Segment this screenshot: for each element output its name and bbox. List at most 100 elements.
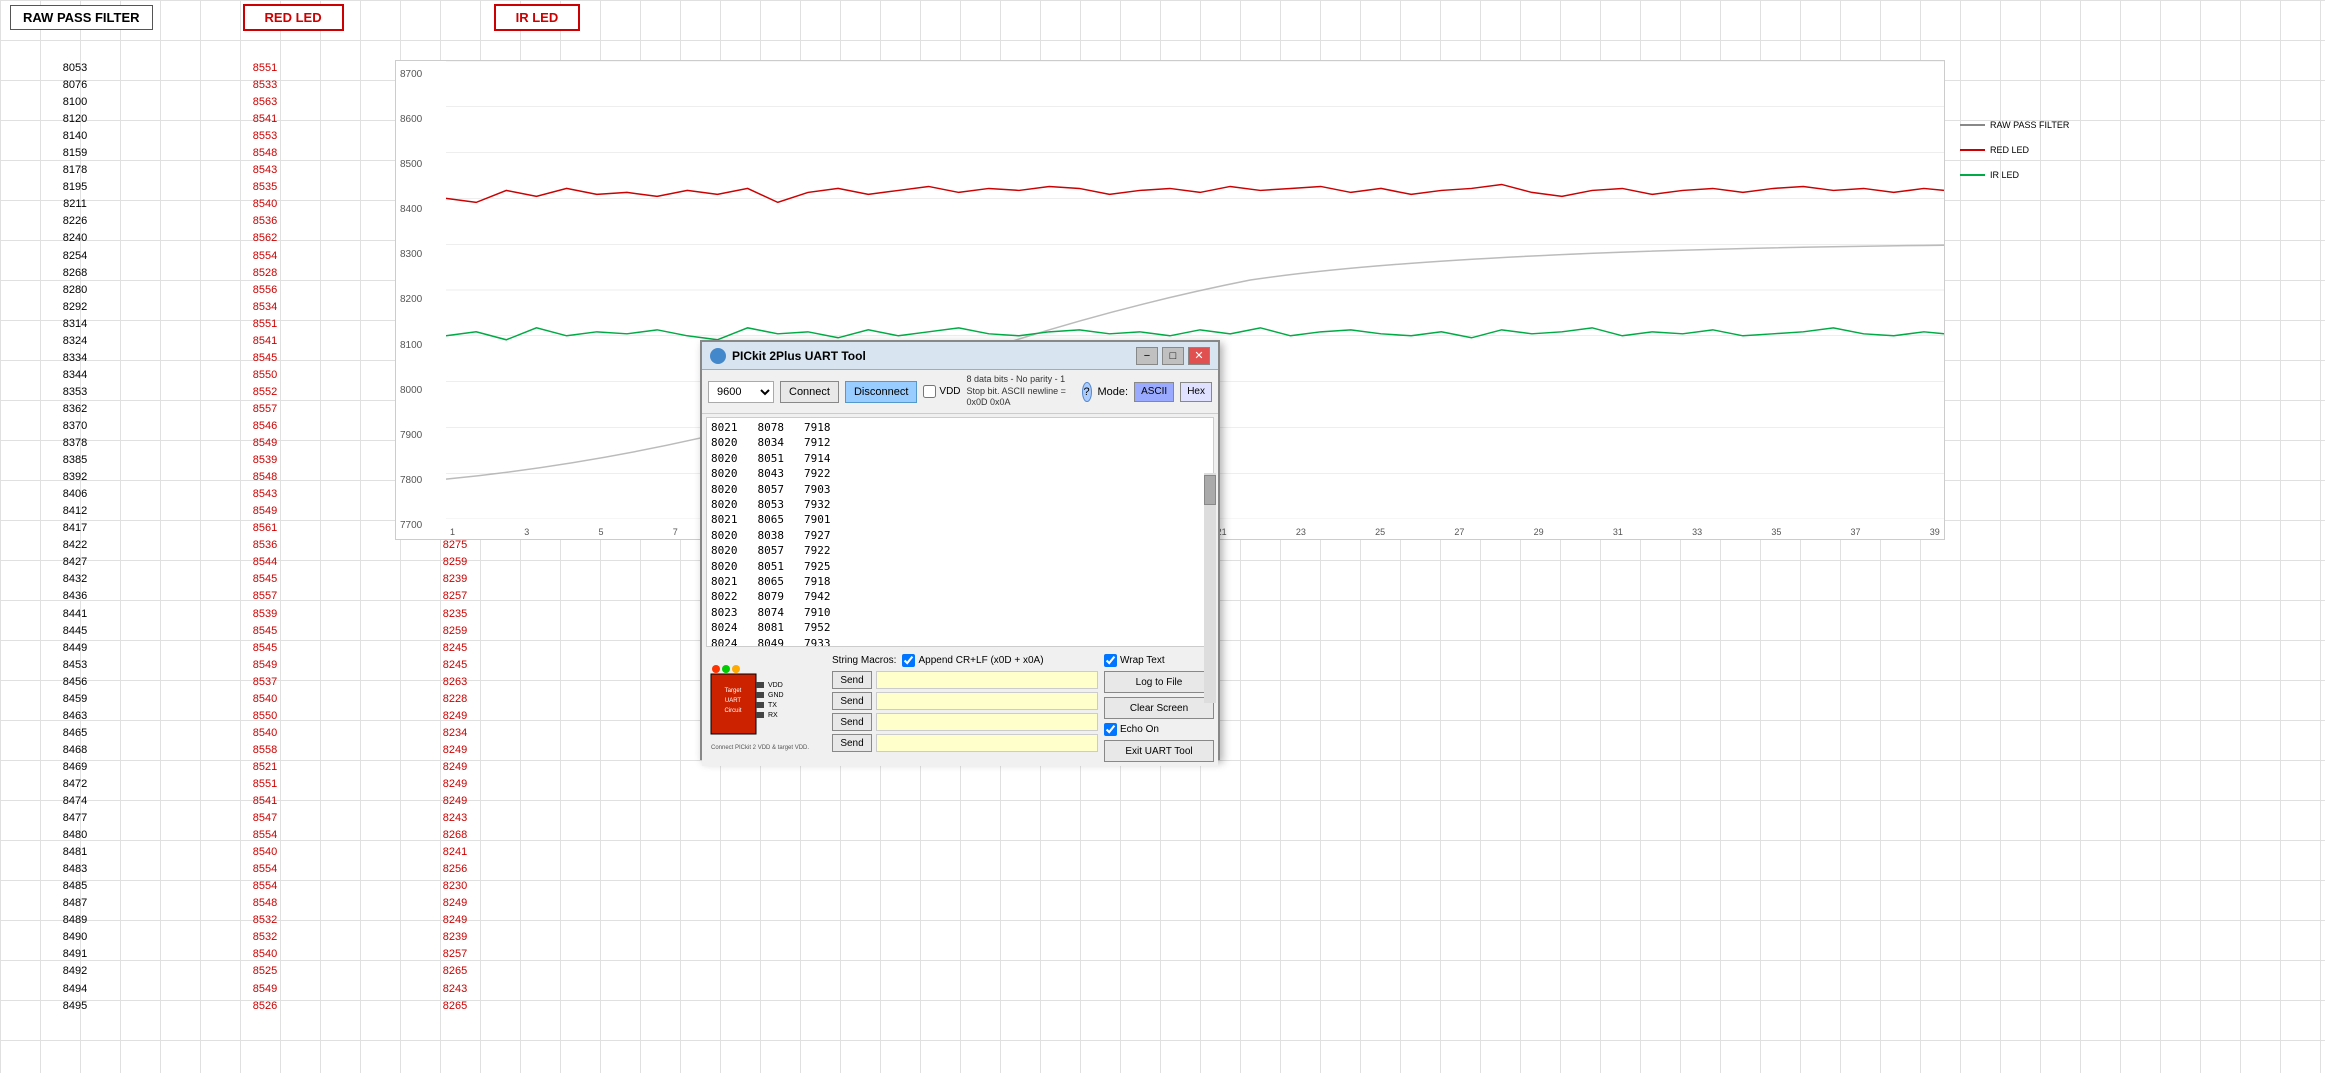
macro-input-3[interactable] [876, 713, 1098, 731]
raw-data-value: 8280 [63, 282, 87, 299]
uart-col3: 7918 [804, 420, 831, 435]
macro-input-4[interactable] [876, 734, 1098, 752]
ir-data-value: 8249 [443, 895, 467, 912]
macro-send-btn-1[interactable]: Send [832, 671, 872, 689]
uart-col3: 7901 [804, 512, 831, 527]
ir-data-value: 8249 [443, 776, 467, 793]
uart-col3: 7925 [804, 559, 831, 574]
red-data-value: 8554 [253, 878, 277, 895]
red-data-value: 8557 [253, 588, 277, 605]
raw-data-value: 8344 [63, 367, 87, 384]
raw-data-value: 8392 [63, 469, 87, 486]
vdd-checkbox[interactable]: VDD [923, 385, 960, 398]
raw-data-value: 8178 [63, 162, 87, 179]
ir-data-value: 8259 [443, 554, 467, 571]
red-data-value: 8534 [253, 299, 277, 316]
svg-text:Target: Target [725, 688, 742, 694]
uart-data-row: 802380747910 [711, 605, 1209, 620]
uart-col2: 8051 [758, 559, 785, 574]
uart-scrollbar-thumb[interactable] [1204, 475, 1216, 505]
red-data-value: 8526 [253, 998, 277, 1015]
log-to-file-btn[interactable]: Log to File [1104, 671, 1214, 693]
y-axis-label: 8500 [400, 159, 442, 170]
red-data-value: 8556 [253, 282, 277, 299]
uart-macros: String Macros: Append CR+LF (x0D + x0A) … [832, 654, 1098, 762]
wrap-text-checkbox[interactable]: Wrap Text [1104, 654, 1214, 667]
y-axis-label: 7700 [400, 520, 442, 531]
macro-input-2[interactable] [876, 692, 1098, 710]
raw-data-value: 8453 [63, 657, 87, 674]
y-axis-label: 8100 [400, 340, 442, 351]
x-axis-label: 23 [1296, 527, 1306, 537]
uart-title-controls[interactable]: − □ ✕ [1136, 347, 1210, 365]
y-axis-label: 7900 [400, 430, 442, 441]
x-axis-label: 5 [598, 527, 603, 537]
red-data-value: 8548 [253, 469, 277, 486]
uart-help-btn[interactable]: ? [1082, 382, 1092, 402]
red-data-value: 8536 [253, 537, 277, 554]
uart-col2: 8053 [758, 497, 785, 512]
ir-data-value: 8265 [443, 998, 467, 1015]
red-led-label: RED LED [243, 4, 344, 31]
red-data-value: 8521 [253, 759, 277, 776]
uart-col1: 8024 [711, 620, 738, 635]
uart-data-row: 802080577903 [711, 482, 1209, 497]
disconnect-btn[interactable]: Disconnect [845, 381, 917, 403]
raw-data-value: 8449 [63, 640, 87, 657]
ir-data-value: 8239 [443, 571, 467, 588]
echo-on-checkbox[interactable]: Echo On [1104, 723, 1214, 736]
uart-data-wrapper: 8021807879188020803479128020805179148020… [702, 417, 1218, 647]
uart-ascii-btn[interactable]: ASCII [1134, 382, 1174, 402]
append-crlf-checkbox[interactable]: Append CR+LF (x0D + x0A) [902, 654, 1043, 667]
x-axis-label: 3 [524, 527, 529, 537]
macro-send-btn-4[interactable]: Send [832, 734, 872, 752]
raw-data-column: 8053807681008120814081598178819582118226… [10, 60, 140, 1015]
uart-close-btn[interactable]: ✕ [1188, 347, 1210, 365]
red-data-value: 8528 [253, 265, 277, 282]
connect-btn[interactable]: Connect [780, 381, 839, 403]
red-data-value: 8554 [253, 861, 277, 878]
macro-send-btn-3[interactable]: Send [832, 713, 872, 731]
raw-data-value: 8412 [63, 503, 87, 520]
uart-minimize-btn[interactable]: − [1136, 347, 1158, 365]
svg-text:VDD: VDD [768, 682, 783, 689]
red-data-value: 8541 [253, 333, 277, 350]
red-data-value: 8546 [253, 418, 277, 435]
vdd-check-input[interactable] [923, 385, 936, 398]
header-labels: RAW PASS FILTER RED LED IR LED [0, 4, 580, 31]
y-axis-label: 7800 [400, 475, 442, 486]
raw-data-value: 8491 [63, 946, 87, 963]
echo-on-input[interactable] [1104, 723, 1117, 736]
append-crlf-label: Append CR+LF (x0D + x0A) [918, 655, 1043, 666]
raw-data-value: 8195 [63, 179, 87, 196]
x-axis-label: 27 [1454, 527, 1464, 537]
exit-uart-btn[interactable]: Exit UART Tool [1104, 740, 1214, 762]
raw-data-value: 8378 [63, 435, 87, 452]
uart-hex-btn[interactable]: Hex [1180, 382, 1212, 402]
uart-restore-btn[interactable]: □ [1162, 347, 1184, 365]
append-crlf-input[interactable] [902, 654, 915, 667]
raw-data-value: 8100 [63, 94, 87, 111]
clear-screen-btn[interactable]: Clear Screen [1104, 697, 1214, 719]
raw-data-value: 8385 [63, 452, 87, 469]
red-data-value: 8547 [253, 810, 277, 827]
x-axis-label: 29 [1534, 527, 1544, 537]
y-axis-label: 8600 [400, 114, 442, 125]
uart-data-row: 802080537932 [711, 497, 1209, 512]
raw-data-value: 8495 [63, 998, 87, 1015]
raw-data-value: 8465 [63, 725, 87, 742]
uart-data-area[interactable]: 8021807879188020803479128020805179148020… [706, 417, 1214, 647]
raw-data-value: 8370 [63, 418, 87, 435]
uart-col3: 7910 [804, 605, 831, 620]
uart-title-icon [710, 348, 726, 364]
ir-data-value: 8243 [443, 810, 467, 827]
macro-input-1[interactable] [876, 671, 1098, 689]
baud-rate-select[interactable]: 9600 19200 38400 57600 115200 [708, 381, 774, 403]
uart-scrollbar[interactable] [1204, 473, 1216, 703]
raw-data-value: 8481 [63, 844, 87, 861]
red-data-value: 8557 [253, 401, 277, 418]
uart-title-text: PICkit 2Plus UART Tool [732, 349, 866, 363]
wrap-text-input[interactable] [1104, 654, 1117, 667]
macro-send-btn-2[interactable]: Send [832, 692, 872, 710]
uart-col1: 8022 [711, 589, 738, 604]
